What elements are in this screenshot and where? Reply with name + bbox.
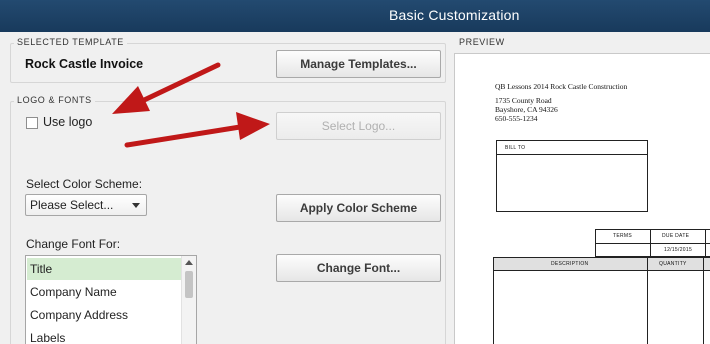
list-item-labels[interactable]: Labels	[27, 327, 182, 344]
terms-divider	[595, 243, 710, 244]
color-scheme-value: Please Select...	[30, 198, 114, 212]
invoice-preview: QB Lessons 2014 Rock Castle Construction…	[454, 53, 710, 344]
selected-template-legend: SELECTED TEMPLATE	[14, 37, 127, 47]
quantity-header: QUANTITY	[659, 261, 687, 267]
scroll-up-icon[interactable]	[185, 260, 193, 265]
chevron-down-icon	[132, 203, 140, 208]
column-divider	[647, 257, 648, 344]
scroll-thumb[interactable]	[185, 271, 193, 298]
use-logo-label[interactable]: Use logo	[43, 115, 92, 129]
use-logo-checkbox[interactable]	[26, 117, 38, 129]
list-item-company-address[interactable]: Company Address	[27, 304, 182, 326]
bill-to-label: BILL TO	[505, 145, 526, 151]
title-bar: Basic Customization	[0, 0, 710, 32]
apply-color-scheme-button[interactable]: Apply Color Scheme	[276, 194, 441, 222]
list-item-company-name[interactable]: Company Name	[27, 281, 182, 303]
select-logo-button[interactable]: Select Logo...	[276, 112, 441, 140]
font-element-list[interactable]: Title Company Name Company Address Label…	[25, 255, 197, 344]
column-divider	[703, 257, 704, 344]
window-title: Basic Customization	[389, 7, 520, 23]
description-header: DESCRIPTION	[551, 261, 589, 267]
terms-label: TERMS	[613, 233, 632, 239]
due-date-label: DUE DATE	[662, 233, 690, 239]
company-line-1: QB Lessons 2014 Rock Castle Construction	[495, 82, 628, 91]
due-date-value: 12/15/2015	[664, 247, 693, 253]
change-font-label: Change Font For:	[26, 237, 121, 251]
template-name: Rock Castle Invoice	[25, 57, 144, 71]
list-scrollbar[interactable]	[181, 256, 196, 344]
color-scheme-select[interactable]: Please Select...	[25, 194, 147, 216]
manage-templates-button[interactable]: Manage Templates...	[276, 50, 441, 78]
change-font-button[interactable]: Change Font...	[276, 254, 441, 282]
list-item-title[interactable]: Title	[27, 258, 182, 280]
preview-legend: PREVIEW	[456, 37, 508, 47]
color-scheme-label: Select Color Scheme:	[26, 177, 143, 191]
logo-fonts-legend: LOGO & FONTS	[14, 95, 95, 105]
company-line-4: 650-555-1234	[495, 114, 538, 123]
